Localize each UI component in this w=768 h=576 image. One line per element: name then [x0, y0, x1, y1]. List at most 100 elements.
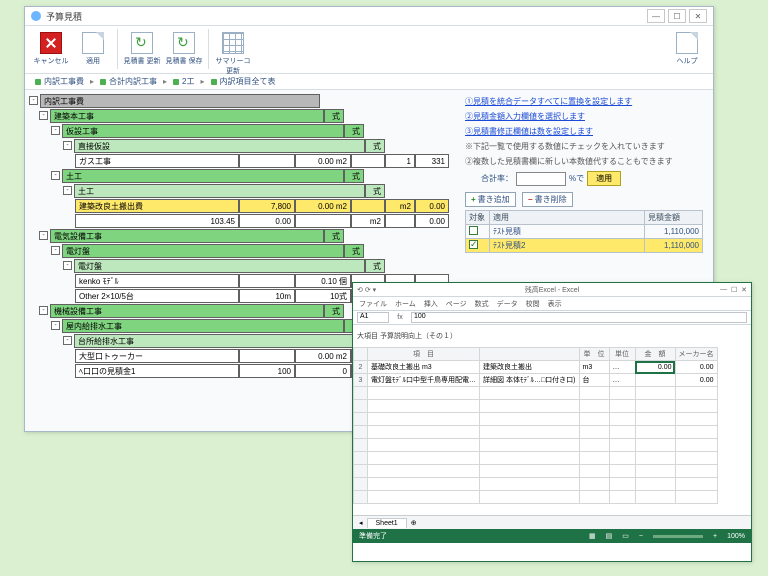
fx-icon[interactable]: fx — [393, 314, 407, 321]
row-head[interactable] — [354, 426, 368, 439]
tab-nav-first[interactable]: ◂ — [359, 519, 363, 527]
selected-cell[interactable]: 0.00 — [635, 361, 675, 374]
grid-row[interactable] — [354, 465, 718, 478]
menu-file[interactable]: ファイル — [359, 299, 387, 309]
grid-row[interactable] — [354, 439, 718, 452]
close-button[interactable]: ✕ — [689, 9, 707, 23]
cell[interactable]: 台 — [579, 374, 609, 387]
item-cell[interactable]: 10m — [239, 289, 295, 303]
tree-node[interactable]: 機械設備工事 — [50, 304, 324, 318]
tree-node[interactable]: 電灯盤 — [62, 244, 344, 258]
item-cell[interactable] — [239, 154, 295, 168]
menu-home[interactable]: ホーム — [395, 299, 416, 309]
grid-row[interactable] — [354, 452, 718, 465]
tree-node[interactable]: 台所給排水工事 — [74, 334, 365, 348]
link-step2[interactable]: ②見積金額入力欄値を選択します — [465, 111, 703, 122]
item-cell[interactable]: 0.00 m2 — [295, 199, 351, 213]
tree-node[interactable]: 土工 — [62, 169, 344, 183]
table-row[interactable]: ﾃｽﾄ見積2 1,110,000 — [466, 239, 703, 253]
grid-row[interactable] — [354, 400, 718, 413]
update1-button[interactable]: 見積書 更新 — [122, 29, 162, 69]
grid-row[interactable]: 2 基礎改良土搬出 m3 建築改良土搬出 m3 … 0.00 0.00 — [354, 361, 718, 374]
tree-toggle[interactable]: - — [51, 246, 60, 255]
cell[interactable] — [635, 374, 675, 387]
zoom-slider[interactable] — [653, 535, 703, 538]
add-row-button[interactable]: +書き追加 — [465, 192, 516, 207]
menu-formula[interactable]: 数式 — [475, 299, 489, 309]
item-cell[interactable]: 7,800 — [239, 199, 295, 213]
excel-grid[interactable]: 大項目 予算説明向上（その１） 項 目 単 位 単位 金 額 メーカー名 2 基… — [353, 325, 751, 543]
item-cell[interactable]: 100 — [239, 364, 295, 378]
name-box[interactable]: A1 — [357, 312, 389, 323]
rate-input[interactable] — [516, 172, 566, 186]
tree-node[interactable]: 土工 — [74, 184, 365, 198]
zoom-in-button[interactable]: + — [713, 533, 717, 540]
maximize-button[interactable]: ☐ — [668, 9, 686, 23]
update2-button[interactable]: 見積書 保存 — [164, 29, 204, 69]
tree-node[interactable]: 屋内給排水工事 — [62, 319, 344, 333]
tree-toggle[interactable]: - — [63, 186, 72, 195]
row-head[interactable] — [354, 413, 368, 426]
tree-toggle[interactable]: - — [63, 336, 72, 345]
col-A[interactable]: 項 目 — [368, 348, 480, 361]
cell[interactable]: 電灯盤ﾓﾃﾞﾙ口中型千鳥専用配電… — [368, 374, 480, 387]
item-cell[interactable]: m2 — [385, 199, 415, 213]
tree-node[interactable]: 電気設備工事 — [50, 229, 324, 243]
grid-row[interactable]: 3 電灯盤ﾓﾃﾞﾙ口中型千鳥専用配電… 詳細図 本体ﾓﾃﾞﾙ…□口付き口) 台 … — [354, 374, 718, 387]
select-all-corner[interactable] — [354, 348, 368, 361]
view-break-icon[interactable]: ▭ — [622, 532, 629, 540]
row-head[interactable] — [354, 400, 368, 413]
item-cell[interactable]: 1 — [385, 154, 415, 168]
item-cell[interactable]: 0.00 — [415, 199, 449, 213]
row-head[interactable] — [354, 465, 368, 478]
sheet-tab[interactable]: Sheet1 — [367, 518, 407, 528]
row-head[interactable]: 2 — [354, 361, 368, 374]
item-cell[interactable] — [351, 154, 385, 168]
delete-row-button[interactable]: −書き削除 — [522, 192, 573, 207]
row-head[interactable] — [354, 478, 368, 491]
formula-input[interactable]: 100 — [411, 312, 747, 323]
cancel-button[interactable]: キャンセル — [31, 29, 71, 69]
crumb-0[interactable]: 内訳工事費 — [35, 76, 84, 87]
item-cell[interactable] — [239, 274, 295, 288]
table-row[interactable]: ﾃｽﾄ見積 1,110,000 — [466, 225, 703, 239]
item-cell[interactable]: 0.10 個 — [295, 274, 351, 288]
tree-toggle[interactable]: - — [63, 141, 72, 150]
col-E[interactable]: 金 額 — [635, 348, 675, 361]
row-head[interactable] — [354, 452, 368, 465]
zoom-out-button[interactable]: − — [639, 533, 643, 540]
tree-node[interactable]: 電灯盤 — [74, 259, 365, 273]
col-C[interactable]: 単 位 — [579, 348, 609, 361]
cell[interactable]: … — [609, 361, 635, 374]
crumb-1[interactable]: 合計内訳工事 — [100, 76, 157, 87]
view-normal-icon[interactable]: ▦ — [589, 532, 596, 540]
row-checkbox[interactable] — [469, 226, 478, 235]
tree-toggle[interactable]: - — [29, 96, 38, 105]
row-head[interactable]: 3 — [354, 374, 368, 387]
col-F[interactable]: メーカー名 — [675, 348, 717, 361]
item-cell[interactable]: 331 — [415, 154, 449, 168]
item-name[interactable]: ガス工事 — [75, 154, 239, 168]
item-cell[interactable]: 0.00 m2 — [295, 154, 351, 168]
cell[interactable]: 建築改良土搬出 — [480, 361, 580, 374]
tree-toggle[interactable]: - — [63, 261, 72, 270]
link-step3[interactable]: ③見積書修正欄値は数を設定します — [465, 126, 703, 137]
grid-row[interactable] — [354, 491, 718, 504]
grid-row[interactable] — [354, 426, 718, 439]
grid-row[interactable] — [354, 478, 718, 491]
item-cell[interactable]: 0 — [295, 364, 351, 378]
grid-row[interactable] — [354, 413, 718, 426]
item-name[interactable]: 大型口トゥーカー — [75, 349, 239, 363]
minimize-button[interactable]: — — [647, 9, 665, 23]
cell[interactable]: m3 — [579, 361, 609, 374]
tree-toggle[interactable]: - — [39, 306, 48, 315]
cell[interactable]: 0.00 — [675, 374, 717, 387]
row-head[interactable] — [354, 387, 368, 400]
tree-toggle[interactable]: - — [51, 321, 60, 330]
cell[interactable]: 0.00 — [675, 361, 717, 374]
item-name[interactable]: 建築改良土搬出費 — [75, 199, 239, 213]
grid-row[interactable] — [354, 387, 718, 400]
tree-node[interactable]: 仮設工事 — [62, 124, 344, 138]
crumb-3[interactable]: 内訳項目全て表 — [211, 76, 276, 87]
menu-data[interactable]: データ — [497, 299, 518, 309]
